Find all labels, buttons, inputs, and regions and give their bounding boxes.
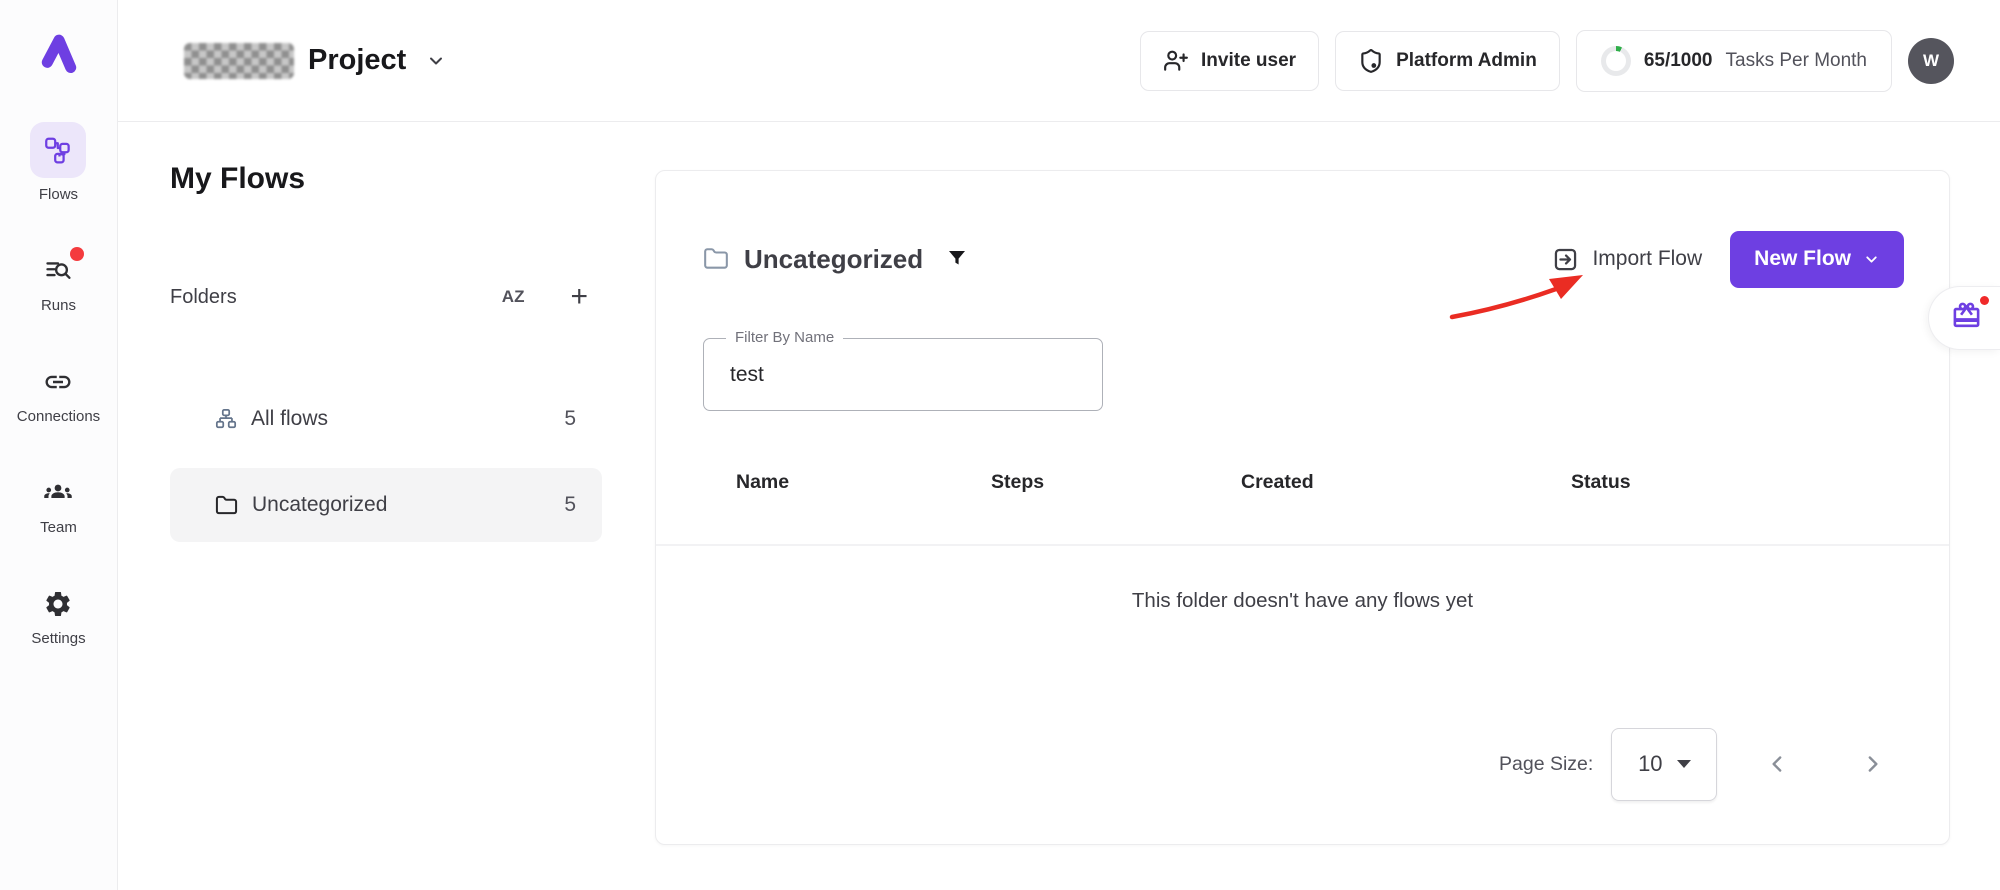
avatar[interactable]: W bbox=[1908, 38, 1954, 84]
table-header: Name Steps Created Status bbox=[656, 471, 1949, 501]
previous-page-button[interactable] bbox=[1765, 751, 1791, 777]
project-title: Project bbox=[308, 44, 406, 77]
tasks-usage-pill[interactable]: 65/1000 Tasks Per Month bbox=[1576, 30, 1892, 92]
platform-admin-button[interactable]: Platform Admin bbox=[1335, 31, 1560, 91]
pagination: Page Size: 10 bbox=[1499, 727, 1885, 801]
chevron-down-icon bbox=[426, 51, 446, 71]
whats-new-tab[interactable] bbox=[1928, 286, 2000, 350]
filter-by-name-field: Filter By Name bbox=[703, 338, 1103, 411]
add-folder-button[interactable]: + bbox=[570, 282, 588, 312]
gear-icon bbox=[40, 586, 76, 622]
folders-heading: Folders bbox=[170, 286, 237, 309]
folder-item-all-flows[interactable]: All flows 5 bbox=[170, 388, 602, 450]
column-header-steps: Steps bbox=[991, 471, 1044, 494]
sidebar-item-flows[interactable]: Flows bbox=[30, 122, 86, 203]
folder-count: 5 bbox=[564, 493, 576, 517]
folder-item-uncategorized[interactable]: Uncategorized 5 bbox=[170, 468, 602, 542]
gift-icon bbox=[1951, 300, 1982, 336]
tasks-label: Tasks Per Month bbox=[1726, 50, 1868, 72]
tasks-count: 65/1000 bbox=[1644, 50, 1713, 72]
column-header-status: Status bbox=[1571, 471, 1631, 494]
user-plus-icon bbox=[1163, 48, 1189, 74]
sidebar-item-label: Flows bbox=[39, 186, 78, 203]
invite-user-label: Invite user bbox=[1201, 50, 1296, 72]
chevron-down-icon bbox=[1863, 251, 1880, 268]
activepieces-logo[interactable] bbox=[31, 20, 87, 76]
page-title: My Flows bbox=[170, 162, 305, 196]
usage-progress-ring bbox=[1601, 46, 1631, 76]
sidebar: Flows Runs bbox=[0, 0, 118, 890]
folder-icon bbox=[215, 494, 238, 517]
empty-state-message: This folder doesn't have any flows yet bbox=[656, 589, 1949, 613]
filter-field-label: Filter By Name bbox=[726, 329, 843, 346]
page-size-select[interactable]: 10 bbox=[1611, 728, 1717, 801]
project-switcher[interactable]: Project bbox=[184, 43, 446, 79]
page-size-label: Page Size: bbox=[1499, 753, 1593, 776]
flows-panel: Uncategorized Import Flow New Flow bbox=[655, 170, 1950, 845]
next-page-button[interactable] bbox=[1859, 751, 1885, 777]
sidebar-item-label: Team bbox=[40, 519, 77, 536]
folder-name: All flows bbox=[251, 407, 328, 431]
filter-by-name-input[interactable] bbox=[704, 339, 1102, 410]
sidebar-nav: Flows Runs bbox=[17, 122, 100, 647]
hierarchy-icon bbox=[215, 408, 237, 430]
gift-notification-dot bbox=[1980, 296, 1989, 305]
app-root: Flows Runs bbox=[0, 0, 2000, 890]
platform-admin-label: Platform Admin bbox=[1396, 50, 1537, 72]
sidebar-item-connections[interactable]: Connections bbox=[17, 364, 100, 425]
sidebar-item-label: Settings bbox=[31, 630, 85, 647]
panel-folder-title: Uncategorized bbox=[744, 244, 923, 275]
folder-icon bbox=[703, 246, 729, 272]
flows-icon bbox=[30, 122, 86, 178]
new-flow-label: New Flow bbox=[1754, 247, 1851, 271]
sort-az-icon[interactable]: AZ bbox=[502, 287, 525, 307]
header-actions: Invite user Platform Admin 65/1000 Tasks… bbox=[1140, 30, 1954, 92]
panel-header: Uncategorized Import Flow New Flow bbox=[703, 229, 1904, 289]
column-header-created: Created bbox=[1241, 471, 1314, 494]
logo-icon bbox=[33, 22, 85, 74]
sidebar-item-label: Connections bbox=[17, 408, 100, 425]
filter-funnel-icon[interactable] bbox=[945, 247, 969, 271]
import-icon bbox=[1552, 246, 1579, 273]
folder-count: 5 bbox=[564, 407, 576, 431]
table-header-divider bbox=[656, 544, 1949, 546]
link-icon bbox=[40, 364, 76, 400]
sidebar-item-settings[interactable]: Settings bbox=[31, 586, 85, 647]
top-header: Project Invite user Platform Admin bbox=[118, 0, 2000, 122]
invite-user-button[interactable]: Invite user bbox=[1140, 31, 1319, 91]
sidebar-item-team[interactable]: Team bbox=[40, 475, 77, 536]
import-flow-button[interactable]: Import Flow bbox=[1552, 246, 1702, 273]
folders-header: Folders AZ + bbox=[170, 282, 602, 312]
folder-name: Uncategorized bbox=[252, 493, 387, 517]
sidebar-item-label: Runs bbox=[41, 297, 76, 314]
sidebar-item-runs[interactable]: Runs bbox=[40, 253, 76, 314]
page-size-value: 10 bbox=[1638, 751, 1662, 777]
shield-icon bbox=[1358, 48, 1384, 74]
caret-down-icon bbox=[1677, 760, 1691, 768]
import-flow-label: Import Flow bbox=[1592, 247, 1702, 271]
team-icon bbox=[40, 475, 76, 511]
new-flow-button[interactable]: New Flow bbox=[1730, 231, 1904, 288]
panel-actions: Import Flow New Flow bbox=[1552, 231, 1904, 288]
censored-project-name bbox=[184, 43, 294, 79]
column-header-name: Name bbox=[736, 471, 789, 494]
runs-notification-dot bbox=[70, 247, 84, 261]
runs-icon bbox=[40, 253, 76, 289]
